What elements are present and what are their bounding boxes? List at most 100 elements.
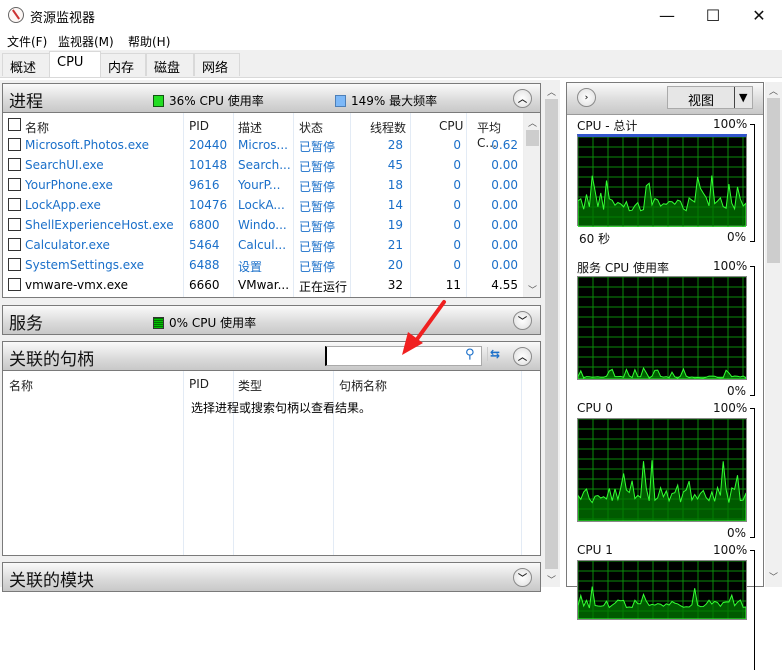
process-threads: 45 xyxy=(387,158,403,172)
col-desc[interactable]: 描述 xyxy=(238,119,262,136)
process-checkbox[interactable] xyxy=(8,258,21,271)
col-pid[interactable]: PID xyxy=(189,119,209,133)
menu-bar: 文件(F) 监视器(M) 帮助(H) xyxy=(0,30,782,50)
chevron-down-icon: ﹀ xyxy=(517,317,527,327)
process-checkbox[interactable] xyxy=(8,178,21,191)
handles-col-type[interactable]: 类型 xyxy=(238,377,262,394)
process-row[interactable]: YourPhone.exe 9616 YourP... 已暂停 18 0 0.00 xyxy=(3,175,523,195)
left-pane-scrollbar[interactable]: ︿ ﹀ xyxy=(543,83,560,587)
process-cpu: 0 xyxy=(453,178,461,192)
cpu-graph xyxy=(577,276,747,380)
collapse-graphs-button[interactable]: › xyxy=(577,88,596,107)
col-status[interactable]: 状态 xyxy=(299,119,323,136)
modules-title: 关联的模块 xyxy=(9,571,94,591)
scroll-down-icon[interactable]: ﹀ xyxy=(765,570,782,583)
view-dropdown[interactable]: 视图 ▼ xyxy=(667,86,753,109)
process-avg: 0.00 xyxy=(491,158,518,172)
scroll-down-icon[interactable]: ﹀ xyxy=(524,283,540,296)
menu-monitor[interactable]: 监视器(M) xyxy=(58,33,114,50)
process-row[interactable]: SystemSettings.exe 6488 设置 已暂停 20 0 0.00 xyxy=(3,255,523,275)
scroll-up-icon[interactable]: ︿ xyxy=(524,116,540,129)
tab-cpu[interactable]: CPU xyxy=(49,51,101,77)
process-checkbox[interactable] xyxy=(8,218,21,231)
process-avg: 0.00 xyxy=(491,258,518,272)
process-row[interactable]: SearchUI.exe 10148 Search... 已暂停 45 0 0.00 xyxy=(3,155,523,175)
process-checkbox[interactable] xyxy=(8,138,21,151)
services-cpu-text: 0% CPU 使用率 xyxy=(169,316,257,330)
tab-network[interactable]: 网络 xyxy=(194,53,240,76)
scroll-down-icon[interactable]: ﹀ xyxy=(543,573,560,586)
process-status: 已暂停 xyxy=(299,200,336,214)
handles-col-pid[interactable]: PID xyxy=(189,377,209,391)
refresh-search-icon[interactable]: ⇆ xyxy=(487,347,500,361)
scroll-thumb[interactable] xyxy=(526,130,539,146)
scroll-thumb[interactable] xyxy=(767,98,780,263)
process-desc: Search... xyxy=(238,158,291,172)
processes-table: 名称 PID 描述 状态 ^ 线程数 CPU 平均 C... Microsoft… xyxy=(2,113,541,298)
expand-services-button[interactable]: ﹀ xyxy=(513,311,532,330)
collapse-handles-button[interactable]: ︿ xyxy=(513,347,532,366)
select-all-checkbox[interactable] xyxy=(8,118,21,131)
graph-time-label: 60 秒 xyxy=(579,232,611,246)
menu-file[interactable]: 文件(F) xyxy=(7,33,47,50)
services-title: 服务 xyxy=(9,314,43,334)
graph-title: CPU - 总计 xyxy=(577,119,638,133)
process-row[interactable]: Calculator.exe 5464 Calcul... 已暂停 21 0 0.00 xyxy=(3,235,523,255)
handles-header[interactable]: 关联的句柄 ⚲ ⇆ ︿ xyxy=(2,341,541,371)
processes-scrollbar[interactable]: ︿ ﹀ xyxy=(523,113,540,297)
graphs-scrollbar[interactable]: ︿ ﹀ xyxy=(765,82,782,587)
minimize-button[interactable]: — xyxy=(644,0,690,30)
process-row[interactable]: vmware-vmx.exe 6660 VMwar... 正在运行 32 11 4.55 xyxy=(3,275,523,295)
handles-col-name[interactable]: 名称 xyxy=(9,377,33,394)
tab-overview[interactable]: 概述 xyxy=(2,53,50,76)
process-checkbox[interactable] xyxy=(8,278,21,291)
process-row[interactable]: LockApp.exe 10476 LockA... 已暂停 14 0 0.00 xyxy=(3,195,523,215)
left-pane: 进程 36% CPU 使用率 149% 最大频率 ︿ 名称 PID 描述 状态 … xyxy=(0,80,560,592)
sort-indicator-icon: ^ xyxy=(91,371,99,377)
graph-title: CPU 0 xyxy=(577,401,613,415)
search-icon[interactable]: ⚲ xyxy=(465,347,475,362)
handles-search-input[interactable] xyxy=(325,346,482,366)
col-threads[interactable]: 线程数 xyxy=(370,119,406,136)
scroll-up-icon[interactable]: ︿ xyxy=(543,85,560,98)
handles-empty-message: 选择进程或搜索句柄以查看结果。 xyxy=(191,401,372,415)
tab-memory[interactable]: 内存 xyxy=(100,53,146,76)
process-checkbox[interactable] xyxy=(8,158,21,171)
process-cpu: 0 xyxy=(453,158,461,172)
process-checkbox[interactable] xyxy=(8,198,21,211)
process-cpu: 0 xyxy=(453,198,461,212)
graph-title: 服务 CPU 使用率 xyxy=(577,261,670,275)
tab-disk[interactable]: 磁盘 xyxy=(146,53,194,76)
col-name[interactable]: 名称 xyxy=(25,119,49,136)
col-cpu[interactable]: CPU xyxy=(439,119,463,133)
services-cpu-legend: 0% CPU 使用率 xyxy=(153,314,256,331)
maximize-button[interactable]: ☐ xyxy=(690,0,736,30)
cpu-usage-legend: 36% CPU 使用率 xyxy=(153,92,264,109)
processes-header[interactable]: 进程 36% CPU 使用率 149% 最大频率 ︿ xyxy=(2,83,541,113)
modules-header[interactable]: 关联的模块 ﹀ xyxy=(2,562,541,592)
expand-modules-button[interactable]: ﹀ xyxy=(513,568,532,587)
graph-min-label: 0% xyxy=(727,526,747,540)
table-header: 名称 PID 描述 状态 ^ 线程数 CPU 平均 C... xyxy=(3,113,523,150)
process-desc: YourP... xyxy=(238,178,281,192)
process-row[interactable]: Microsoft.Photos.exe 20440 Micros... 已暂停 28 0… xyxy=(3,135,523,155)
tab-bar: 概述 CPU 内存 磁盘 网络 xyxy=(0,50,782,78)
process-row[interactable]: ShellExperienceHost.exe 6800 Windo... 已暂停 19… xyxy=(3,215,523,235)
scroll-thumb[interactable] xyxy=(545,99,558,569)
chevron-down-icon: ﹀ xyxy=(517,574,527,584)
process-pid: 20440 xyxy=(189,138,228,152)
graph-max-label: 100% xyxy=(713,543,748,557)
close-button[interactable]: ✕ xyxy=(736,0,782,30)
menu-help[interactable]: 帮助(H) xyxy=(128,33,170,50)
scroll-up-icon[interactable]: ︿ xyxy=(765,84,782,97)
services-header[interactable]: 服务 0% CPU 使用率 ﹀ xyxy=(2,305,541,335)
sort-indicator-icon: ^ xyxy=(317,113,325,119)
process-desc: Windo... xyxy=(238,218,287,232)
resource-monitor-icon xyxy=(8,7,24,23)
graph-bracket xyxy=(750,408,755,538)
handles-title: 关联的句柄 xyxy=(9,350,94,370)
collapse-processes-button[interactable]: ︿ xyxy=(513,89,532,108)
process-checkbox[interactable] xyxy=(8,238,21,251)
handles-col-handle-name[interactable]: 句柄名称 xyxy=(339,377,387,394)
process-desc: LockA... xyxy=(238,198,285,212)
